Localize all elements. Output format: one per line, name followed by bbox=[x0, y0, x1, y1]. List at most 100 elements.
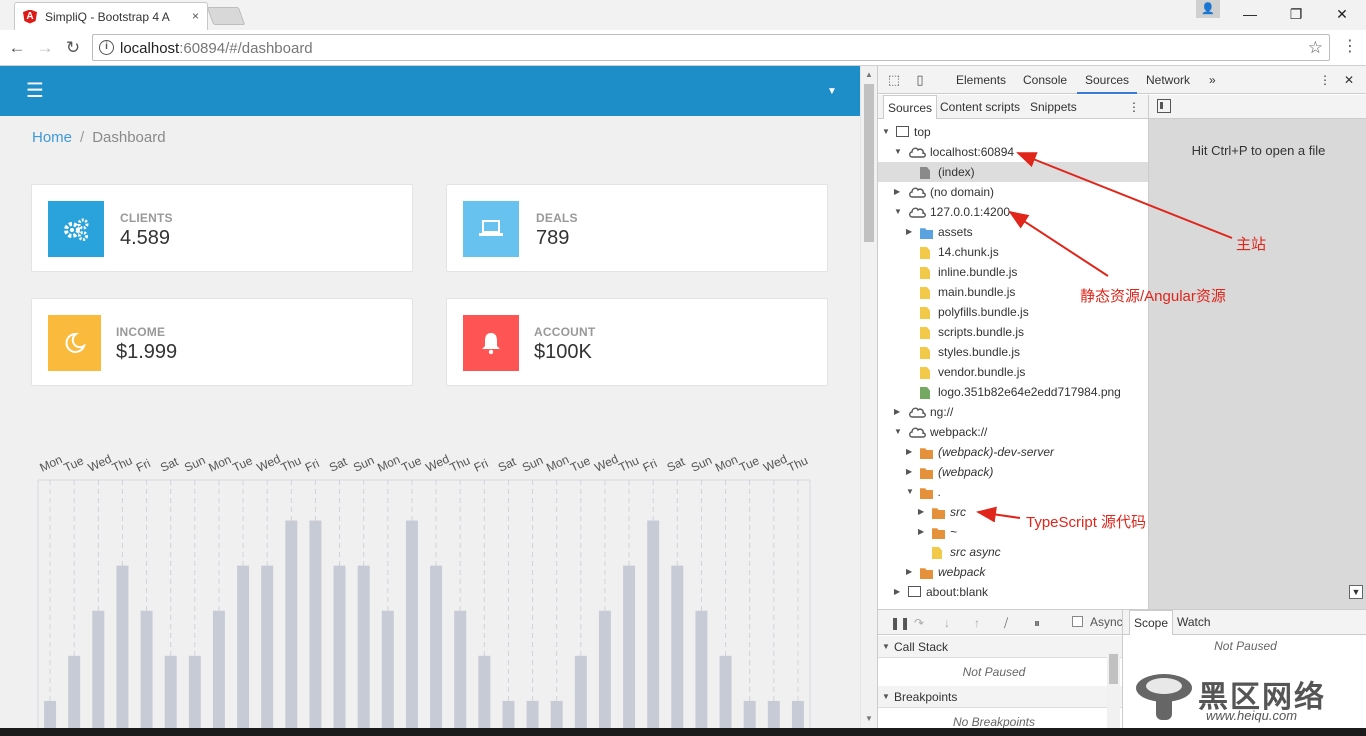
tree-node[interactable]: ▼ top bbox=[878, 122, 1148, 142]
breakpoints-header[interactable]: ▼ Breakpoints bbox=[878, 686, 1122, 708]
tab-watch[interactable]: Watch bbox=[1173, 610, 1215, 635]
collapsed-triangle-icon[interactable]: ▶ bbox=[906, 462, 912, 482]
chart-bar bbox=[116, 565, 129, 736]
chart-bar bbox=[478, 655, 491, 736]
reload-button[interactable]: ↻ bbox=[62, 37, 84, 59]
tree-node[interactable]: vendor.bundle.js bbox=[878, 362, 1148, 382]
scrollbar-thumb[interactable] bbox=[1109, 654, 1118, 684]
tree-node[interactable]: ▶ ng:// bbox=[878, 402, 1148, 422]
tree-node[interactable]: ▼. bbox=[878, 482, 1148, 502]
tree-node[interactable]: ▼ localhost:60894 bbox=[878, 142, 1148, 162]
expanded-triangle-icon[interactable]: ▼ bbox=[894, 202, 902, 222]
annotation-typescript-source: TypeScript 源代码 bbox=[1026, 514, 1147, 531]
chart-bar bbox=[309, 520, 322, 736]
collapsed-triangle-icon[interactable]: ▶ bbox=[906, 442, 912, 462]
new-tab-button[interactable] bbox=[206, 7, 246, 25]
chart-x-tick-label: Sat bbox=[158, 454, 181, 475]
expanded-triangle-icon[interactable]: ▼ bbox=[906, 482, 914, 502]
tree-node[interactable]: src async bbox=[878, 542, 1148, 562]
tree-node[interactable]: (index) bbox=[878, 162, 1148, 182]
chart-bar bbox=[671, 565, 684, 736]
step-into-icon[interactable]: ↓ bbox=[944, 616, 950, 630]
tab-elements[interactable]: Elements bbox=[956, 66, 1006, 94]
toggle-navigator-icon[interactable] bbox=[1157, 99, 1171, 113]
collapsed-triangle-icon[interactable]: ▶ bbox=[918, 502, 924, 522]
browser-tab[interactable]: A SimpliQ - Bootstrap 4 A × bbox=[14, 2, 208, 30]
tree-node[interactable]: ▼ webpack:// bbox=[878, 422, 1148, 442]
tree-node[interactable]: ▶ about:blank bbox=[878, 582, 1148, 602]
deactivate-breakpoints-icon[interactable]: ⧸ bbox=[1004, 616, 1008, 631]
devtools-close-icon[interactable]: ✕ bbox=[1344, 66, 1354, 94]
browser-tab-strip: A SimpliQ - Bootstrap 4 A × 👤 — ❐ ✕ bbox=[0, 0, 1366, 30]
step-over-icon[interactable]: ↷ bbox=[914, 616, 924, 630]
collapsed-triangle-icon[interactable]: ▶ bbox=[918, 522, 924, 542]
tree-node[interactable]: ▼ 127.0.0.1:4200 bbox=[878, 202, 1148, 222]
toggle-debugger-icon[interactable]: ▼ bbox=[1349, 585, 1363, 599]
back-button[interactable]: ← bbox=[6, 37, 28, 59]
async-checkbox[interactable] bbox=[1072, 616, 1083, 627]
folder-orange-icon bbox=[920, 468, 933, 479]
call-stack-header[interactable]: ▼ Call Stack bbox=[878, 636, 1122, 658]
pause-icon[interactable]: ❚❚ bbox=[890, 616, 910, 630]
scrollbar-thumb[interactable] bbox=[864, 84, 874, 242]
expanded-triangle-icon[interactable]: ▼ bbox=[894, 422, 902, 442]
browser-menu-icon[interactable]: ⋮ bbox=[1342, 36, 1358, 56]
collapsed-triangle-icon[interactable]: ▶ bbox=[906, 562, 912, 582]
chart-x-tick-label: Sun bbox=[182, 453, 207, 475]
tab-console[interactable]: Console bbox=[1023, 66, 1067, 94]
navigator-menu-icon[interactable]: ⋮ bbox=[1128, 95, 1140, 119]
address-bar[interactable]: i localhost:60894/#/dashboard ☆ bbox=[92, 34, 1330, 61]
hamburger-menu-icon[interactable]: ☰ bbox=[26, 81, 44, 101]
file-yellow-icon bbox=[920, 347, 930, 359]
step-out-icon[interactable]: ↑ bbox=[974, 616, 980, 630]
minimize-button[interactable]: — bbox=[1236, 0, 1264, 28]
tree-node[interactable]: ▶ (webpack) bbox=[878, 462, 1148, 482]
expanded-triangle-icon[interactable]: ▼ bbox=[894, 142, 902, 162]
devtools-menu-icon[interactable]: ⋮ bbox=[1319, 66, 1331, 94]
collapse-triangle-icon: ▼ bbox=[882, 642, 890, 651]
expanded-triangle-icon[interactable]: ▼ bbox=[882, 122, 890, 142]
info-icon[interactable]: i bbox=[99, 40, 114, 55]
more-tabs-icon[interactable]: » bbox=[1209, 66, 1216, 94]
scroll-up-arrow-icon[interactable]: ▲ bbox=[865, 70, 873, 79]
collapsed-triangle-icon[interactable]: ▶ bbox=[906, 222, 912, 242]
subtab-snippets[interactable]: Snippets bbox=[1030, 95, 1077, 119]
pause-on-exceptions-icon[interactable]: ⏸ bbox=[1034, 616, 1040, 631]
scroll-down-arrow-icon[interactable]: ▼ bbox=[865, 714, 873, 723]
tree-node[interactable]: ▶ assets bbox=[878, 222, 1148, 242]
profile-icon[interactable]: 👤 bbox=[1196, 0, 1220, 18]
tab-scope[interactable]: Scope bbox=[1129, 610, 1174, 635]
subtab-sources[interactable]: Sources bbox=[883, 95, 938, 119]
tree-node[interactable]: inline.bundle.js bbox=[878, 262, 1148, 282]
breadcrumb-home-link[interactable]: Home bbox=[32, 129, 72, 146]
laptop-icon bbox=[463, 201, 519, 257]
tree-node[interactable]: 14.chunk.js bbox=[878, 242, 1148, 262]
tree-node[interactable]: styles.bundle.js bbox=[878, 342, 1148, 362]
page-scrollbar[interactable]: ▲ ▼ bbox=[860, 66, 877, 736]
tree-node[interactable]: ▶ (no domain) bbox=[878, 182, 1148, 202]
url-text[interactable]: localhost:60894/#/dashboard bbox=[120, 40, 313, 57]
watermark-logo: 黑区网络 www.heiqu.com bbox=[1130, 668, 1366, 728]
tree-node-label: ng:// bbox=[930, 405, 954, 419]
tab-close-icon[interactable]: × bbox=[192, 9, 199, 23]
debugger-scrollbar[interactable] bbox=[1107, 652, 1120, 736]
tree-node[interactable]: ▶ webpack bbox=[878, 562, 1148, 582]
collapsed-triangle-icon[interactable]: ▶ bbox=[894, 182, 900, 202]
inspect-element-icon[interactable]: ⬚ bbox=[886, 72, 902, 88]
tree-node[interactable]: logo.351b82e64e2edd717984.png bbox=[878, 382, 1148, 402]
user-dropdown-caret-icon[interactable]: ▼ bbox=[827, 86, 837, 97]
tree-node[interactable]: scripts.bundle.js bbox=[878, 322, 1148, 342]
device-toolbar-icon[interactable]: ▯ bbox=[912, 72, 928, 88]
file-green-icon bbox=[920, 387, 930, 399]
chart-bar bbox=[68, 655, 81, 736]
collapsed-triangle-icon[interactable]: ▶ bbox=[894, 402, 900, 422]
subtab-content-scripts[interactable]: Content scripts bbox=[940, 95, 1020, 119]
maximize-button[interactable]: ❐ bbox=[1282, 0, 1310, 28]
collapsed-triangle-icon[interactable]: ▶ bbox=[894, 582, 900, 602]
tab-network[interactable]: Network bbox=[1146, 66, 1190, 94]
forward-button[interactable]: → bbox=[34, 37, 56, 59]
tree-node[interactable]: ▶ (webpack)-dev-server bbox=[878, 442, 1148, 462]
close-window-button[interactable]: ✕ bbox=[1328, 0, 1356, 28]
tab-sources[interactable]: Sources bbox=[1077, 66, 1138, 94]
bookmark-star-icon[interactable]: ☆ bbox=[1308, 38, 1323, 58]
